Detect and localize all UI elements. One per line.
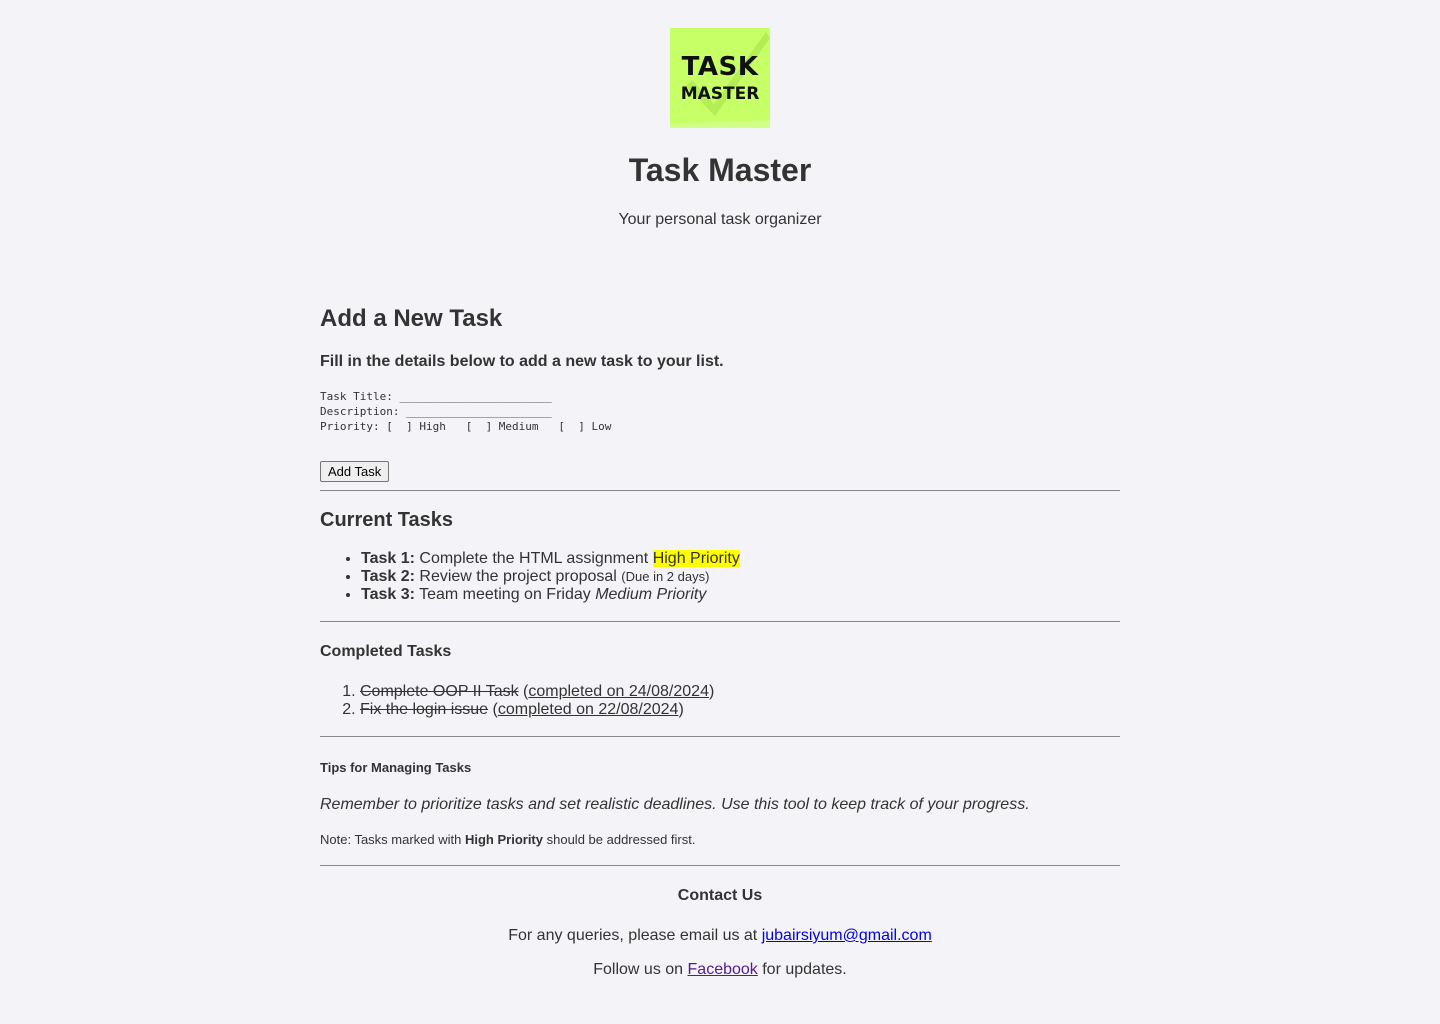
- medium-priority-label: Medium Priority: [595, 586, 707, 603]
- tip-text: Remember to prioritize tasks and set rea…: [320, 796, 1030, 813]
- completed-tasks-heading: Completed Tasks: [320, 643, 452, 660]
- task-form-template: Task Title: _______________________ Desc…: [320, 390, 612, 433]
- current-task-item: Task 2: Review the project proposal (Due…: [361, 568, 740, 586]
- task-label: Task 2:: [361, 568, 415, 585]
- follow-suffix: for updates.: [757, 961, 847, 978]
- task-text: Team meeting on Friday: [414, 586, 596, 603]
- completed-date: completed on 24/08/2024: [528, 683, 709, 700]
- task-label: Task 3:: [361, 586, 415, 603]
- note-suffix: should be addressed first.: [543, 832, 696, 847]
- divider: [320, 736, 1120, 737]
- task-text: Review the project proposal: [414, 568, 622, 585]
- current-task-item: Task 3: Team meeting on Friday Medium Pr…: [361, 586, 740, 604]
- contact-heading: Contact Us: [677, 887, 763, 904]
- divider: [320, 490, 1120, 491]
- task-text: Complete the HTML assignment: [414, 550, 653, 567]
- completed-date: completed on 22/08/2024: [497, 701, 679, 718]
- contact-email-line: For any queries, please email us at juba…: [320, 927, 1120, 945]
- completed-task-title: Fix the login issue: [360, 701, 489, 718]
- completed-task-title: Complete OOP II Task: [360, 683, 519, 700]
- completed-task-item: Complete OOP II Task (completed on 24/08…: [360, 683, 714, 701]
- due-note: (Due in 2 days): [621, 569, 710, 584]
- divider: [320, 621, 1120, 622]
- email-link[interactable]: jubairsiyum@gmail.com: [762, 927, 932, 944]
- facebook-link[interactable]: Facebook: [688, 961, 758, 978]
- task-label: Task 1:: [361, 550, 415, 567]
- current-tasks-heading: Current Tasks: [320, 509, 454, 531]
- paren-open: (: [488, 701, 498, 718]
- email-prefix: For any queries, please email us at: [508, 927, 762, 944]
- current-tasks-list: Task 1: Complete the HTML assignment Hig…: [320, 550, 740, 604]
- follow-prefix: Follow us on: [593, 961, 688, 978]
- completed-task-item: Fix the login issue (completed on 22/08/…: [360, 701, 714, 719]
- follow-line: Follow us on Facebook for updates.: [320, 961, 1120, 979]
- add-task-heading: Add a New Task: [320, 305, 503, 332]
- completed-tasks-list: Complete OOP II Task (completed on 24/08…: [320, 683, 714, 719]
- note-high-priority: High Priority: [464, 832, 543, 847]
- tips-heading: Tips for Managing Tasks: [320, 760, 472, 775]
- priority-note: Note: Tasks marked with High Priority sh…: [320, 832, 695, 847]
- site-tagline: Your personal task organizer: [618, 211, 822, 228]
- paren-close: ): [678, 701, 684, 718]
- current-task-item: Task 1: Complete the HTML assignment Hig…: [361, 550, 740, 568]
- site-title: Task Master: [628, 152, 812, 188]
- add-task-button[interactable]: Add Task: [320, 461, 390, 482]
- logo-text-master: MASTER: [680, 84, 760, 104]
- high-priority-badge: High Priority: [652, 550, 740, 567]
- paren-open: (: [518, 683, 529, 700]
- paren-close: ): [708, 683, 715, 700]
- logo-text-task: TASK: [681, 52, 759, 82]
- task-master-logo: TASK MASTER: [670, 28, 770, 128]
- note-prefix: Note: Tasks marked with: [320, 832, 465, 847]
- divider: [320, 865, 1120, 866]
- add-task-intro: Fill in the details below to add a new t…: [320, 353, 724, 370]
